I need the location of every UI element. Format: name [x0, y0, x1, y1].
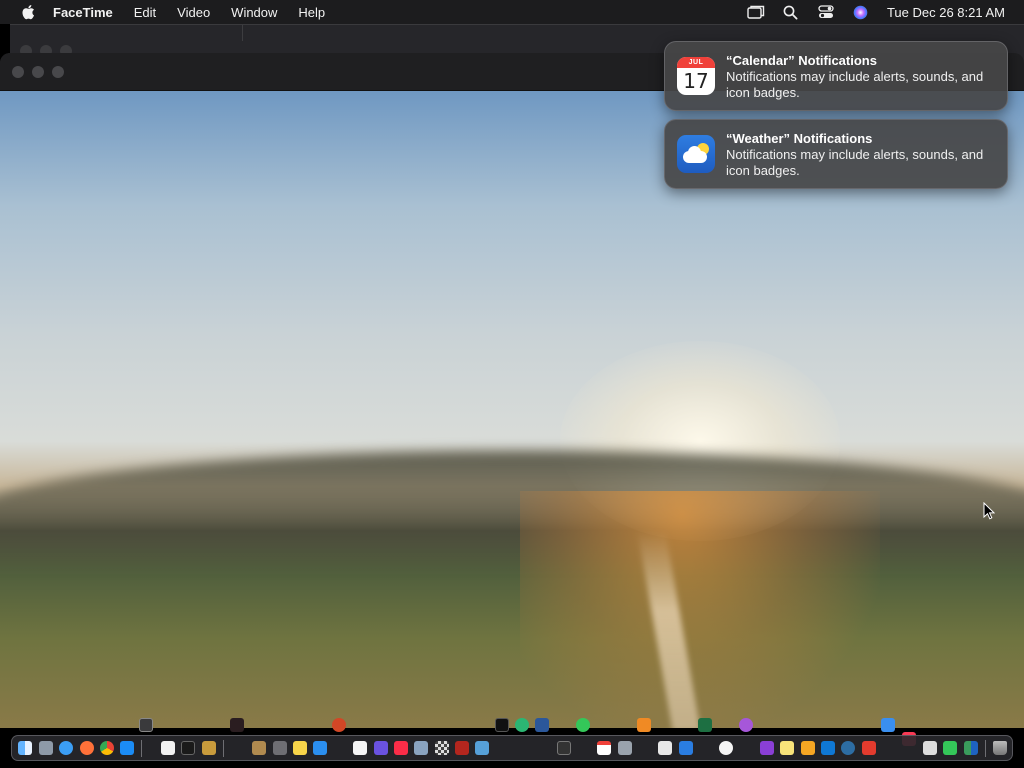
notification-title: “Calendar” Notifications [726, 53, 877, 68]
finder-icon[interactable] [18, 741, 32, 755]
dock-shelf [0, 716, 1024, 746]
notification-title: “Weather” Notifications [726, 131, 873, 146]
weather-notification[interactable]: “Weather” Notifications Notifications ma… [664, 119, 1008, 189]
terminal-icon[interactable] [181, 741, 195, 755]
control-center-icon[interactable] [817, 4, 835, 20]
acrobat-icon[interactable] [455, 741, 469, 755]
zoom-window-button[interactable] [52, 66, 64, 78]
menu-app-name[interactable]: FaceTime [53, 5, 113, 20]
folder-icon[interactable] [252, 741, 266, 755]
safari-alt-icon[interactable] [841, 741, 855, 755]
system-monitor-icon[interactable] [618, 741, 632, 755]
notification-body: Notifications may include alerts, sounds… [726, 147, 984, 178]
dock-separator [985, 740, 986, 757]
outlook-icon[interactable] [821, 741, 835, 755]
checker-app-icon[interactable] [435, 741, 449, 755]
books-reader-icon[interactable] [658, 741, 672, 755]
mail-icon[interactable] [881, 718, 895, 732]
podcasts-icon[interactable] [739, 718, 753, 732]
podcasts-dock-icon[interactable] [760, 741, 774, 755]
apple-tv-icon[interactable] [495, 718, 509, 732]
brush-app-icon[interactable] [202, 741, 216, 755]
minimize-window-button[interactable] [32, 66, 44, 78]
maps-icon[interactable] [515, 718, 529, 732]
screen-mirroring-icon[interactable] [747, 4, 765, 20]
menu-window[interactable]: Window [231, 5, 277, 20]
firefox-icon[interactable] [80, 741, 94, 755]
app-store-icon[interactable] [120, 741, 134, 755]
menu-video[interactable]: Video [177, 5, 210, 20]
menubar-clock[interactable]: Tue Dec 26 8:21 AM [887, 5, 1005, 20]
close-window-button[interactable] [12, 66, 24, 78]
dark-app-icon[interactable] [230, 718, 244, 732]
word-icon[interactable] [535, 718, 549, 732]
calendar-dock-icon[interactable] [597, 741, 611, 755]
calendar-notification[interactable]: JUL 17 “Calendar” Notifications Notifica… [664, 41, 1008, 111]
scrobbler-icon[interactable] [862, 741, 876, 755]
preview-icon[interactable] [414, 741, 428, 755]
weather-cloud-base [683, 151, 707, 163]
menu-edit[interactable]: Edit [134, 5, 156, 20]
books-icon[interactable] [637, 718, 651, 732]
chip-monitor-icon[interactable] [139, 718, 153, 732]
spotlight-search-icon[interactable] [782, 4, 800, 20]
voice-memos-icon[interactable] [557, 741, 571, 755]
messages-icon[interactable] [576, 718, 590, 732]
menu-help[interactable]: Help [298, 5, 325, 20]
powerpoint-icon[interactable] [332, 718, 346, 732]
chrome-icon[interactable] [100, 741, 114, 755]
safari-icon[interactable] [59, 741, 73, 755]
screenshot-icon[interactable] [273, 741, 287, 755]
calendar-icon: JUL 17 [677, 57, 715, 95]
dock [11, 735, 1013, 761]
xcode-helper-icon[interactable] [475, 741, 489, 755]
stickies-icon[interactable] [780, 741, 794, 755]
window-divider [242, 25, 243, 41]
calendar-icon-day: 17 [683, 69, 709, 93]
apple-menu-icon[interactable] [19, 3, 37, 21]
dock-separator [223, 740, 224, 757]
shortcuts-icon[interactable] [374, 741, 388, 755]
clock-icon[interactable] [719, 741, 733, 755]
notification-body: Notifications may include alerts, sounds… [726, 69, 984, 100]
facetime-icon[interactable] [943, 741, 957, 755]
calendar-icon-month: JUL [677, 57, 715, 68]
dock-separator [141, 740, 142, 757]
launchpad-icon[interactable] [39, 741, 53, 755]
reminders-icon[interactable] [353, 741, 367, 755]
news-icon[interactable] [394, 741, 408, 755]
siri-icon[interactable] [852, 4, 870, 20]
mouse-cursor-icon [983, 501, 996, 520]
trash-icon[interactable] [993, 741, 1007, 755]
menu-bar: FaceTime Edit Video Window Help Tue Dec … [0, 0, 1024, 24]
migration-icon[interactable] [313, 741, 327, 755]
notes-icon[interactable] [293, 741, 307, 755]
weather-icon [677, 135, 715, 173]
menubar-status-area: Tue Dec 26 8:21 AM [747, 0, 1024, 24]
keynote-icon[interactable] [679, 741, 693, 755]
photos-icon[interactable] [923, 741, 937, 755]
finder-alt-icon[interactable] [964, 741, 978, 755]
pages-icon[interactable] [801, 741, 815, 755]
sunset-glow [520, 491, 880, 728]
textedit-icon[interactable] [161, 741, 175, 755]
excel-icon[interactable] [698, 718, 712, 732]
